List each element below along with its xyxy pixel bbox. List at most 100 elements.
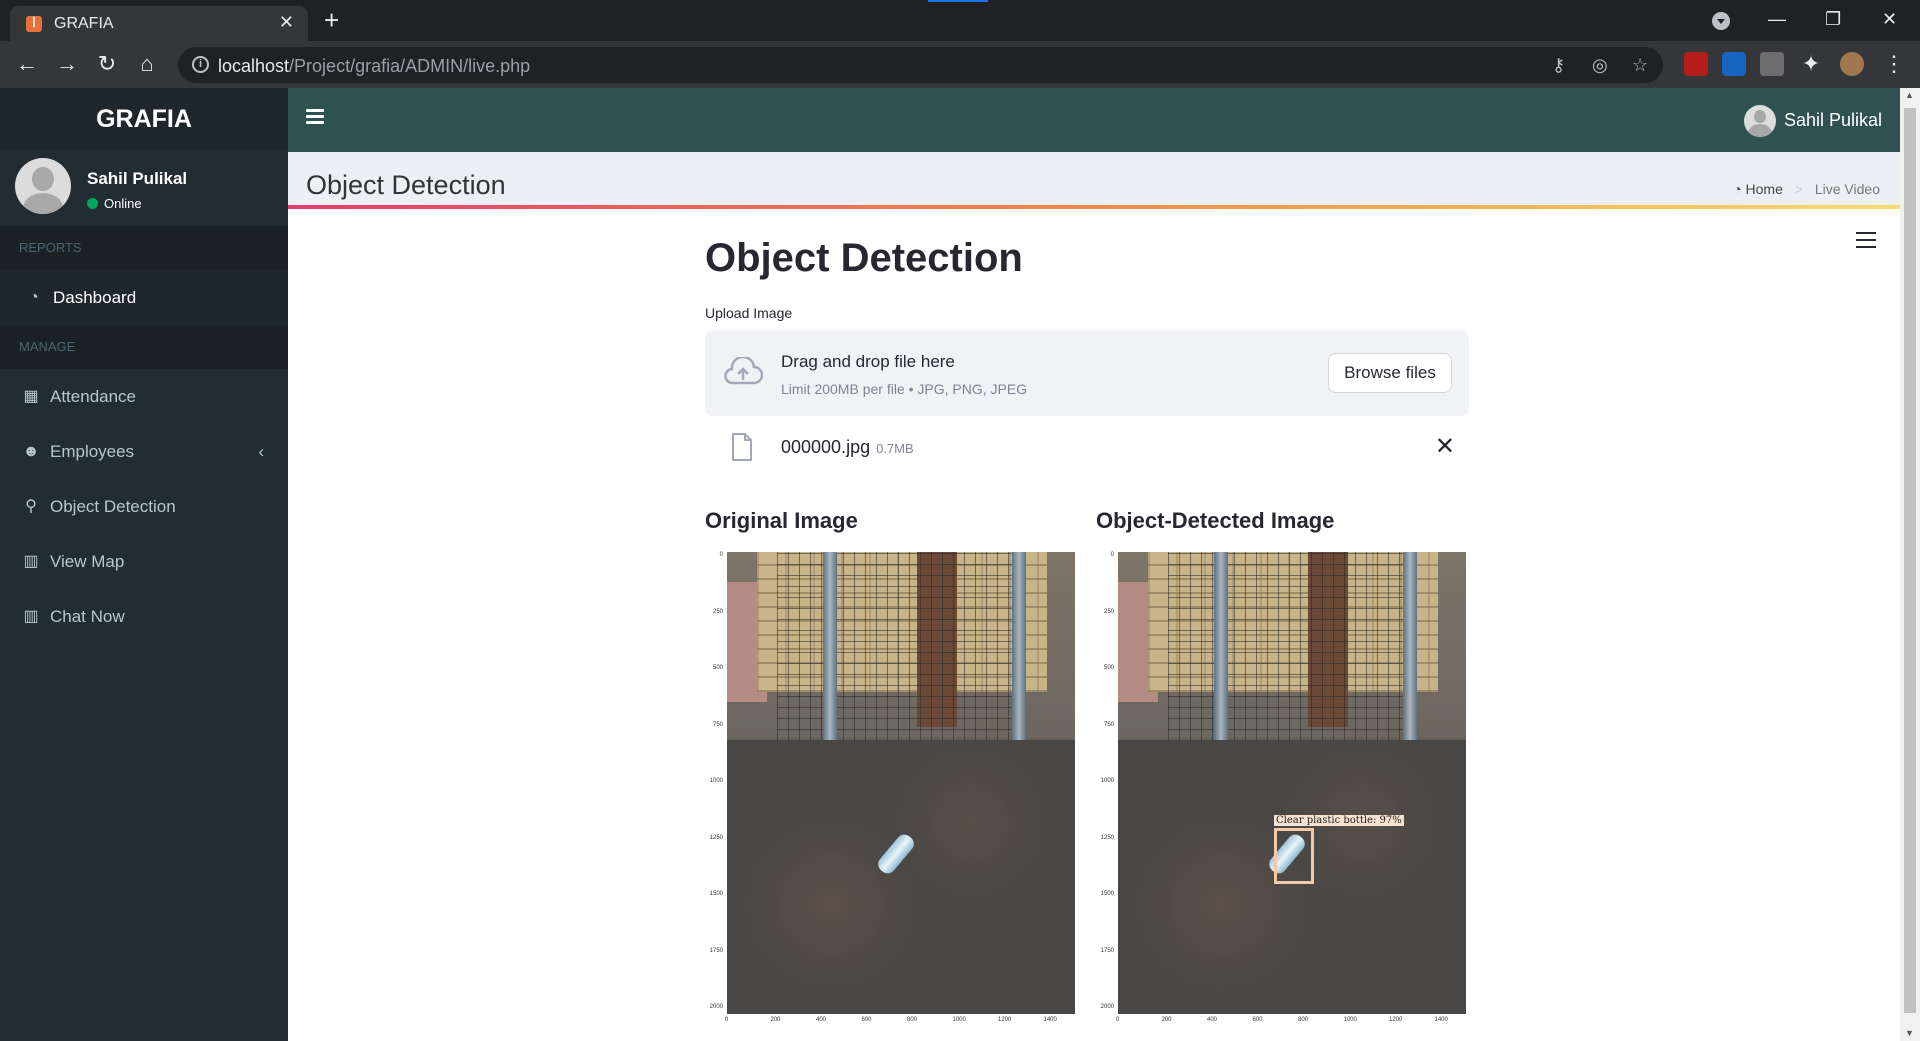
dashboard-icon: ◔ — [29, 289, 39, 306]
dropzone-instructions: Drag and drop file here — [781, 352, 955, 371]
y-tick-label: 1750 — [709, 947, 723, 954]
section-heading-reports: REPORTS — [0, 226, 288, 270]
url-text[interactable]: localhost/Project/grafia/ADMIN/live.php — [218, 56, 530, 77]
gradient-divider — [288, 205, 1900, 209]
x-tick-label: 0 — [1116, 1017, 1120, 1023]
chevron-left-icon: ‹ — [258, 442, 264, 461]
x-tick-label: 1000 — [1343, 1017, 1357, 1023]
eye-off-icon[interactable]: ◎ — [1592, 55, 1608, 76]
remove-file-icon[interactable]: ✕ — [1435, 432, 1455, 461]
x-tick-label: 200 — [1161, 1017, 1172, 1023]
scrollbar-thumb[interactable] — [1904, 108, 1916, 1013]
bar-chart-icon: ▥ — [23, 553, 39, 570]
y-tick-label: 1250 — [709, 834, 723, 841]
home-icon[interactable]: ⌂ — [131, 49, 163, 81]
bitwarden-extension-icon[interactable] — [1722, 52, 1746, 76]
y-tick-label: 1000 — [1100, 778, 1114, 784]
sidebar-item-dashboard[interactable]: ◔ Dashboard — [0, 270, 288, 325]
calendar-icon: ▦ — [23, 388, 39, 405]
streamlit-menu-icon[interactable] — [1856, 232, 1876, 250]
more-icon[interactable]: ⋮ — [1878, 49, 1910, 81]
y-tick-label: 1500 — [709, 891, 723, 897]
breadcrumb-separator: > — [1794, 181, 1803, 197]
sidebar-item-attendance[interactable]: ▦ Attendance — [0, 369, 288, 424]
sidebar-item-label: Object Detection — [50, 497, 176, 516]
key-icon[interactable]: ⚷ — [1552, 55, 1565, 76]
breadcrumb-current: Live Video — [1814, 181, 1880, 197]
browser-tab-strip: ꟾ GRAFIA ✕ + — ❐ ✕ — [0, 0, 1920, 41]
scroll-up-icon[interactable]: ▲ — [1905, 90, 1914, 100]
tab-close-icon[interactable]: ✕ — [279, 12, 294, 33]
file-dropzone[interactable]: Drag and drop file here Limit 200MB per … — [705, 330, 1469, 416]
x-tick-label: 400 — [816, 1017, 827, 1023]
header-user-menu[interactable]: Sahil Pulikal — [1743, 104, 1882, 138]
x-tick-label: 1200 — [1389, 1017, 1403, 1023]
header-user-name: Sahil Pulikal — [1783, 110, 1882, 130]
bar-chart-icon: ▥ — [23, 608, 39, 625]
x-tick-label: 800 — [907, 1017, 918, 1023]
sidebar-item-object-detection[interactable]: ⚲ Object Detection — [0, 479, 288, 534]
avatar — [15, 158, 71, 214]
sidebar-item-employees[interactable]: ☻ Employees ‹ — [0, 424, 288, 479]
y-tick-label: 250 — [1103, 608, 1114, 615]
main-header: Sahil Pulikal — [288, 88, 1900, 152]
y-tick-label: 0 — [719, 552, 723, 558]
tab-strip-indicator — [928, 0, 988, 2]
minimize-icon[interactable]: — — [1768, 0, 1786, 41]
users-icon: ☻ — [22, 443, 40, 460]
map-marker-icon: ⚲ — [25, 498, 37, 515]
sidebar: GRAFIA Sahil Pulikal Online REPORTS ◔ Da… — [0, 88, 288, 1041]
x-tick-label: 200 — [770, 1017, 781, 1023]
browse-files-button[interactable]: Browse files — [1328, 353, 1452, 393]
profile-avatar[interactable] — [1840, 52, 1864, 76]
sidebar-item-label: Employees — [50, 442, 135, 461]
puzzle-icon[interactable]: ✦ — [1795, 49, 1827, 81]
detected-image-title: Object-Detected Image — [1096, 508, 1335, 533]
detection-bounding-box — [1274, 828, 1314, 884]
star-icon[interactable]: ☆ — [1632, 55, 1648, 76]
status-badge[interactable]: Online — [87, 196, 142, 211]
info-icon[interactable]: i — [192, 56, 209, 73]
sidebar-item-chat-now[interactable]: ▥ Chat Now — [0, 589, 288, 644]
address-bar[interactable]: i localhost/Project/grafia/ADMIN/live.ph… — [178, 47, 1663, 83]
brand-logo[interactable]: GRAFIA — [0, 88, 288, 150]
y-tick-label: 1500 — [1100, 891, 1114, 897]
back-icon[interactable]: ← — [11, 49, 43, 81]
x-tick-label: 600 — [861, 1017, 872, 1023]
y-tick-label: 500 — [1103, 665, 1114, 671]
sidebar-item-view-map[interactable]: ▥ View Map — [0, 534, 288, 589]
y-tick-label: 1750 — [1100, 947, 1114, 954]
restore-icon[interactable]: ❐ — [1825, 0, 1841, 41]
sidebar-user-name: Sahil Pulikal — [87, 169, 188, 188]
new-tab-icon[interactable]: + — [324, 5, 339, 36]
browser-tab[interactable]: ꟾ GRAFIA ✕ — [10, 6, 308, 41]
ublock-extension-icon[interactable] — [1684, 52, 1708, 76]
avatar — [1743, 105, 1776, 138]
scroll-down-icon[interactable]: ▼ — [1905, 1028, 1914, 1038]
forward-icon[interactable]: → — [51, 49, 83, 81]
y-tick-label: 250 — [712, 608, 723, 615]
y-tick-label: 1250 — [1100, 834, 1114, 841]
x-tick-label: 0 — [725, 1017, 729, 1023]
sidebar-toggle-icon[interactable] — [306, 109, 324, 125]
y-tick-label: 1000 — [709, 778, 723, 784]
detected-image-plot: Clear plastic bottle: 97% 0 250 500 750 1000… — [1096, 550, 1471, 1025]
tab-search-icon[interactable] — [1712, 12, 1730, 30]
tab-title: GRAFIA — [54, 15, 114, 32]
breadcrumb: ◔ Home > Live Video — [1733, 181, 1880, 197]
extension-icon[interactable] — [1760, 52, 1784, 76]
reload-icon[interactable]: ↻ — [91, 49, 123, 81]
sidebar-item-label: View Map — [50, 552, 125, 571]
page-title: Object Detection — [306, 170, 506, 200]
x-tick-label: 400 — [1207, 1017, 1218, 1023]
breadcrumb-home[interactable]: Home — [1746, 181, 1783, 197]
xampp-favicon-icon: ꟾ — [26, 16, 42, 32]
uploaded-file-row: 000000.jpg 0.7MB ✕ — [705, 430, 1469, 466]
browser-toolbar: ← → ↻ ⌂ i localhost/Project/grafia/ADMIN… — [0, 41, 1920, 88]
page-scrollbar[interactable]: ▲ ▼ — [1900, 88, 1920, 1041]
upload-label: Upload Image — [705, 305, 793, 321]
y-tick-label: 0 — [1110, 552, 1114, 558]
y-tick-label: 750 — [1103, 721, 1114, 728]
y-tick-label: 500 — [712, 665, 723, 671]
window-close-icon[interactable]: ✕ — [1882, 0, 1897, 41]
